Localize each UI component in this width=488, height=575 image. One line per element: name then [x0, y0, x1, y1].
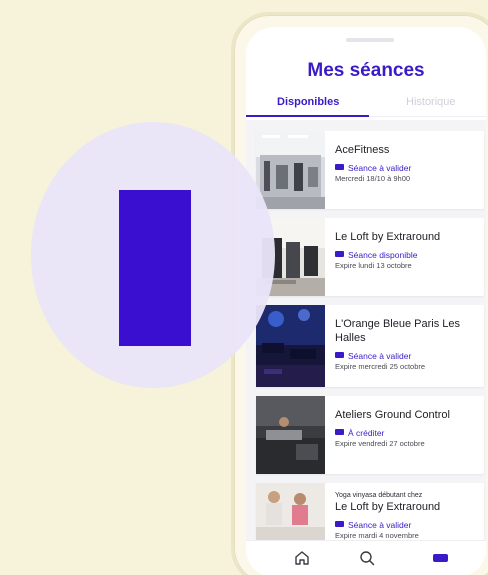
home-icon[interactable] — [293, 549, 311, 567]
session-status: Séance à valider — [335, 351, 481, 362]
gym-photo — [256, 305, 325, 387]
session-status: Séance à valider — [335, 520, 481, 531]
active-tab-indicator — [246, 115, 369, 117]
session-card[interactable]: L'Orange Bleue Paris Les Halles Séance à… — [256, 305, 484, 387]
sessions-list[interactable]: AceFitness Séance à valider Mercredi 18/… — [246, 120, 486, 540]
session-card[interactable]: Ateliers Ground Control À créditer Expir… — [256, 396, 484, 474]
tab-disponibles[interactable]: Disponibles — [277, 96, 339, 108]
session-expiry: Expire vendredi 27 octobre — [335, 439, 425, 448]
venue-name: Le Loft by Extraround — [335, 501, 441, 513]
session-status: Séance disponible — [335, 250, 481, 261]
class-prefix: Yoga vinyasa débutant chez — [335, 492, 423, 499]
session-date: Mercredi 18/10 à 9h00 — [335, 174, 411, 183]
status-label: Séance à valider — [348, 163, 412, 173]
status-label: À créditer — [348, 428, 385, 438]
session-expiry: Expire mercredi 25 octobre — [335, 362, 426, 371]
session-info: Yoga vinyasa débutant chez Le Loft by Ex… — [335, 491, 481, 540]
gym-photo — [256, 131, 325, 209]
page-title: Mes séances — [307, 60, 425, 81]
venue-name: Le Loft by Extraround — [335, 231, 441, 243]
venue-name: L'Orange Bleue Paris Les Halles — [335, 318, 461, 344]
tab-historique[interactable]: Historique — [406, 96, 456, 108]
session-info: Ateliers Ground Control À créditer Expir… — [335, 408, 481, 449]
session-expiry: Expire lundi 13 octobre — [335, 261, 412, 270]
session-expiry: Expire mardi 4 novembre — [335, 531, 419, 540]
ticket-icon — [335, 352, 344, 358]
wallet-icon — [335, 429, 344, 435]
phone-notch — [346, 38, 394, 42]
marketing-stage: Mes séances Disponibles Historique AceFi… — [0, 0, 488, 575]
status-label: Séance à valider — [348, 520, 412, 530]
session-info: Le Loft by Extraround Séance disponible … — [335, 230, 481, 271]
yoga-photo — [256, 483, 325, 540]
venue-name: AceFitness — [335, 144, 390, 156]
bottom-nav — [246, 540, 486, 575]
ticket-icon[interactable] — [431, 549, 449, 567]
session-status: Séance à valider — [335, 163, 481, 174]
ticket-icon — [335, 251, 344, 257]
search-icon[interactable] — [358, 549, 376, 567]
decorative-bar — [119, 190, 191, 346]
session-status: À créditer — [335, 428, 481, 439]
phone-screen: Mes séances Disponibles Historique AceFi… — [246, 27, 486, 575]
session-card[interactable]: AceFitness Séance à valider Mercredi 18/… — [256, 131, 484, 209]
status-label: Séance à valider — [348, 351, 412, 361]
tab-divider — [369, 116, 486, 117]
session-info: AceFitness Séance à valider Mercredi 18/… — [335, 143, 481, 184]
tab-bar: Disponibles Historique — [246, 93, 486, 119]
status-label: Séance disponible — [348, 250, 418, 260]
session-card[interactable]: Yoga vinyasa débutant chez Le Loft by Ex… — [256, 483, 484, 540]
session-info: L'Orange Bleue Paris Les Halles Séance à… — [335, 317, 481, 372]
session-card[interactable]: Le Loft by Extraround Séance disponible … — [256, 218, 484, 296]
ticket-icon — [335, 164, 344, 170]
venue-name: Ateliers Ground Control — [335, 409, 450, 421]
ticket-icon — [335, 521, 344, 527]
gym-photo — [256, 396, 325, 474]
